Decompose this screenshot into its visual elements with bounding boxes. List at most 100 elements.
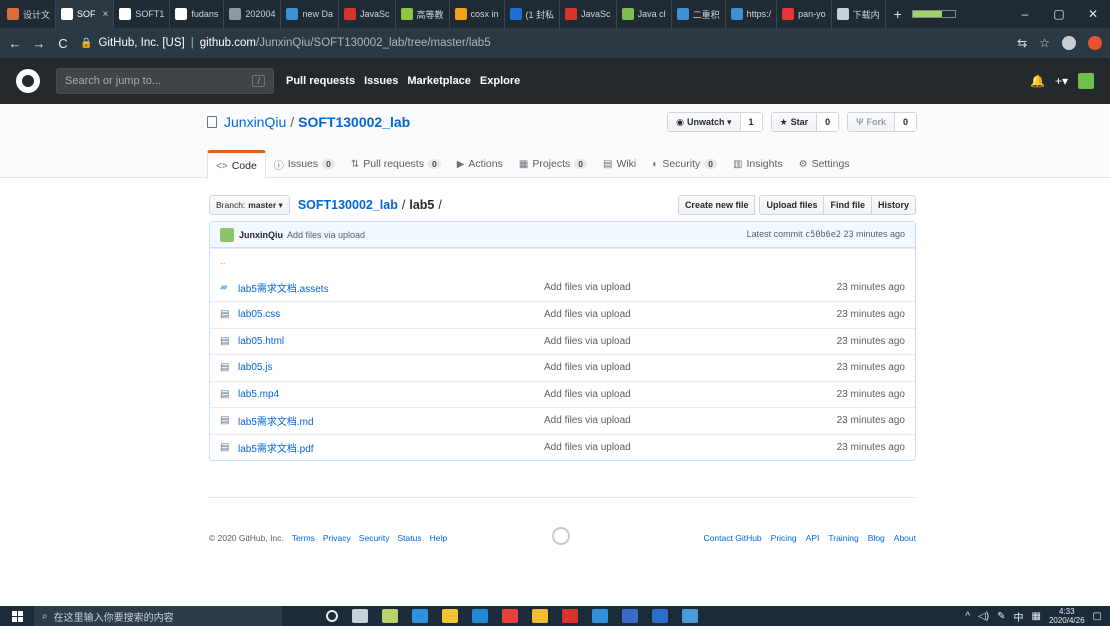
taskbar-app-icon[interactable] — [326, 610, 338, 622]
file-commit-message[interactable]: Add files via upload — [544, 362, 837, 373]
close-window-icon[interactable]: ✕ — [1076, 0, 1110, 28]
footer-link-status[interactable]: Status — [398, 533, 422, 543]
table-row[interactable]: ▤ lab05.css Add files via upload 23 minutes… — [210, 301, 915, 328]
file-commit-message[interactable]: Add files via upload — [544, 442, 837, 453]
file-name-link[interactable]: lab05.js — [238, 362, 544, 373]
file-commit-message[interactable]: Add files via upload — [544, 336, 837, 347]
watch-button[interactable]: ◉ Unwatch ▾ 1 — [667, 112, 763, 132]
taskbar-app-icon[interactable] — [562, 609, 578, 623]
star-count[interactable]: 0 — [817, 113, 839, 131]
taskbar-app-icon[interactable] — [382, 609, 398, 623]
tab-wiki[interactable]: ▤ Wiki — [595, 150, 644, 178]
browser-tab[interactable]: 202004 — [224, 0, 282, 28]
translate-icon[interactable]: ⇆ — [1017, 36, 1027, 50]
keyboard-icon[interactable]: ▦ — [1032, 611, 1041, 622]
tab-pull-requests[interactable]: ⇅ Pull requests 0 — [343, 150, 449, 178]
browser-tab[interactable]: JavaSc — [560, 0, 617, 28]
notifications-bell-icon[interactable]: 🔔 — [1030, 74, 1045, 88]
browser-tab[interactable]: SOF × — [56, 0, 115, 28]
volume-icon[interactable]: ◁) — [978, 611, 989, 622]
maximize-icon[interactable]: ▢ — [1042, 0, 1076, 28]
parent-dir-row[interactable]: .. — [210, 248, 915, 275]
taskbar-app-icon[interactable] — [472, 609, 488, 623]
footer-link-pricing[interactable]: Pricing — [771, 533, 797, 543]
browser-tab[interactable]: 下载内 — [832, 0, 886, 28]
file-name-link[interactable]: lab5需求文档.md — [238, 413, 544, 428]
notification-icon[interactable]: ▢ — [1093, 611, 1102, 622]
tray-arrow-icon[interactable]: ^ — [965, 611, 970, 622]
upload-files-button[interactable]: Upload files — [759, 195, 825, 215]
file-name-link[interactable]: lab5需求文档.pdf — [238, 440, 544, 455]
create-new-icon[interactable]: +▾ — [1055, 74, 1068, 88]
browser-tab[interactable]: fudans — [170, 0, 225, 28]
tab-projects[interactable]: ▦ Projects 0 — [511, 150, 595, 178]
table-row[interactable]: ▤ lab05.js Add files via upload 23 minutes … — [210, 354, 915, 381]
taskbar-app-icon[interactable] — [682, 609, 698, 623]
github-logo-icon[interactable] — [16, 69, 40, 93]
browser-tab[interactable]: Java cl — [617, 0, 672, 28]
breadcrumb-repo-link[interactable]: SOFT130002_lab — [298, 198, 398, 212]
ime-indicator[interactable]: 中 — [1014, 609, 1024, 624]
back-icon[interactable]: ← — [8, 36, 22, 51]
clock[interactable]: 4:33 2020/4/26 — [1049, 607, 1085, 625]
browser-tab[interactable]: 高等教 — [396, 0, 450, 28]
nav-link-pull-requests[interactable]: Pull requests — [286, 75, 355, 87]
footer-link-blog[interactable]: Blog — [868, 533, 885, 543]
footer-link-about[interactable]: About — [894, 533, 916, 543]
extension-icon[interactable] — [1088, 36, 1102, 50]
footer-link-training[interactable]: Training — [828, 533, 858, 543]
commit-message[interactable]: Add files via upload — [287, 230, 365, 240]
forward-icon[interactable]: → — [32, 36, 46, 51]
browser-tab[interactable]: https:/ — [726, 0, 778, 28]
taskbar-app-icon[interactable] — [502, 609, 518, 623]
browser-tab[interactable]: SOFT1 — [114, 0, 171, 28]
table-row[interactable]: ▤ lab05.html Add files via upload 23 minute… — [210, 327, 915, 355]
star-button[interactable]: ★ Star 0 — [770, 112, 840, 132]
file-commit-message[interactable]: Add files via upload — [544, 309, 837, 320]
footer-link-help[interactable]: Help — [430, 533, 447, 543]
browser-tab[interactable]: 设计文 — [2, 0, 57, 28]
repo-name-link[interactable]: SOFT130002_lab — [298, 114, 410, 130]
create-new-file-button[interactable]: Create new file — [677, 195, 756, 215]
file-commit-message[interactable]: Add files via upload — [544, 282, 837, 293]
file-commit-message[interactable]: Add files via upload — [544, 415, 837, 426]
tab-close-icon[interactable]: × — [103, 9, 109, 20]
footer-link-contact-github[interactable]: Contact GitHub — [704, 533, 762, 543]
history-button[interactable]: History — [870, 195, 916, 215]
tab-settings[interactable]: ⚙ Settings — [791, 150, 858, 178]
nav-link-issues[interactable]: Issues — [364, 75, 398, 87]
taskbar-app-icon[interactable] — [412, 609, 428, 623]
repo-owner-link[interactable]: JunxinQiu — [224, 114, 286, 130]
footer-link-security[interactable]: Security — [359, 533, 390, 543]
footer-link-privacy[interactable]: Privacy — [323, 533, 351, 543]
fork-count[interactable]: 0 — [894, 113, 916, 131]
file-name-link[interactable]: lab5.mp4 — [238, 389, 544, 400]
browser-tab[interactable]: new Da — [281, 0, 339, 28]
table-row[interactable]: ▰ lab5需求文档.assets Add files via upload 23 m… — [210, 275, 915, 302]
table-row[interactable]: ▤ lab5.mp4 Add files via upload 23 minutes … — [210, 380, 915, 408]
commit-author[interactable]: JunxinQiu — [239, 230, 283, 240]
browser-tab[interactable]: cosx in — [450, 0, 505, 28]
fork-button[interactable]: Ψ Fork 0 — [847, 112, 917, 132]
taskbar-app-icon[interactable] — [622, 609, 638, 623]
file-name-link[interactable]: lab05.css — [238, 309, 544, 320]
tab-code[interactable]: <> Code — [207, 150, 266, 179]
table-row[interactable]: ▤ lab5需求文档.md Add files via upload 23 minut… — [210, 407, 915, 434]
search-input[interactable]: Search or jump to... / — [56, 68, 274, 94]
commit-author-avatar[interactable] — [220, 227, 234, 242]
branch-selector[interactable]: Branch: master ▾ — [209, 195, 290, 215]
file-commit-message[interactable]: Add files via upload — [544, 389, 837, 400]
footer-link-terms[interactable]: Terms — [292, 533, 315, 543]
nav-link-explore[interactable]: Explore — [480, 75, 520, 87]
browser-tab[interactable]: JavaSc — [339, 0, 396, 28]
taskbar-app-icon[interactable] — [532, 609, 548, 623]
tab-insights[interactable]: ▥ Insights — [725, 150, 791, 178]
commit-sha[interactable]: c50b6e2 — [805, 230, 841, 240]
windows-start-icon[interactable] — [0, 606, 34, 626]
taskbar-app-icon[interactable] — [592, 609, 608, 623]
taskbar-app-icon[interactable] — [652, 609, 668, 623]
pen-icon[interactable]: ✎ — [997, 611, 1005, 622]
user-avatar[interactable] — [1078, 73, 1094, 89]
tab-issues[interactable]: ⓘ Issues 0 — [266, 150, 343, 178]
taskbar-search-input[interactable]: ⌕ 在这里输入你要搜索的内容 — [34, 606, 282, 626]
